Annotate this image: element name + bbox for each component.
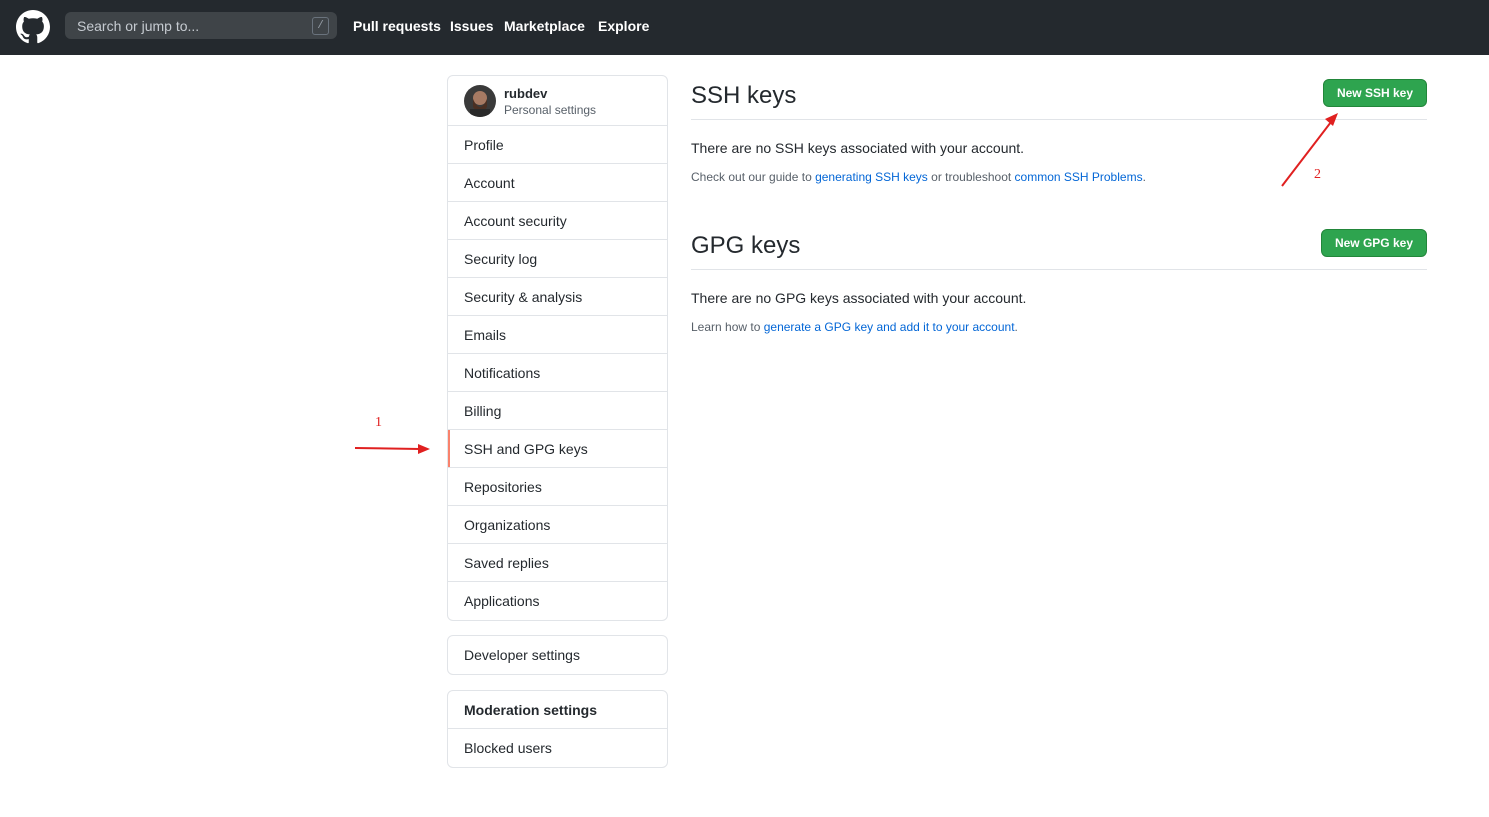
sidebar-item-security-log[interactable]: Security log bbox=[448, 240, 667, 278]
search-shortcut-key: / bbox=[312, 17, 329, 35]
sidebar-item-applications[interactable]: Applications bbox=[448, 582, 667, 620]
gpg-empty-message: There are no GPG keys associated with yo… bbox=[691, 290, 1027, 306]
sidebar-item-organizations[interactable]: Organizations bbox=[448, 506, 667, 544]
sidebar-item-emails[interactable]: Emails bbox=[448, 316, 667, 354]
user-subtitle: Personal settings bbox=[504, 103, 597, 117]
ssh-empty-message: There are no SSH keys associated with yo… bbox=[691, 140, 1025, 156]
moderation-settings-heading: Moderation settings bbox=[448, 691, 667, 729]
sidebar-item-profile[interactable]: Profile bbox=[448, 126, 667, 164]
username[interactable]: rubdev bbox=[504, 86, 547, 101]
sidebar-item-blocked-users[interactable]: Blocked users bbox=[448, 729, 667, 767]
user-avatar-icon bbox=[464, 85, 496, 117]
sidebar-item-notifications[interactable]: Notifications bbox=[448, 354, 667, 392]
gpg-learn-prefix: Learn how to bbox=[691, 320, 764, 334]
nav-marketplace[interactable]: Marketplace bbox=[504, 0, 585, 55]
sidebar-item-developer-settings[interactable]: Developer settings bbox=[448, 636, 667, 674]
ssh-keys-title: SSH keys bbox=[691, 82, 797, 109]
sidebar-item-ssh-gpg-keys[interactable]: SSH and GPG keys bbox=[448, 430, 667, 468]
common-ssh-problems-link[interactable]: common SSH Problems bbox=[1015, 170, 1143, 184]
gpg-learn-text: Learn how to generate a GPG key and add … bbox=[691, 320, 1018, 334]
avatar[interactable] bbox=[464, 85, 496, 117]
ssh-divider bbox=[691, 119, 1427, 120]
search-box: / bbox=[65, 12, 337, 39]
annotation-arrow-1 bbox=[354, 444, 430, 454]
search-input[interactable] bbox=[65, 12, 305, 39]
nav-issues[interactable]: Issues bbox=[450, 0, 494, 55]
new-gpg-key-button[interactable]: New GPG key bbox=[1320, 229, 1427, 257]
sidebar-item-account-security[interactable]: Account security bbox=[448, 202, 667, 240]
nav-explore[interactable]: Explore bbox=[598, 0, 649, 55]
gpg-learn-suffix: . bbox=[1014, 320, 1018, 334]
sidebar-user-header: rubdev Personal settings bbox=[448, 76, 667, 126]
new-ssh-key-button[interactable]: New SSH key bbox=[1322, 79, 1427, 107]
annotation-label-2: 2 bbox=[1314, 167, 1321, 182]
annotation-label-1: 1 bbox=[375, 415, 382, 430]
ssh-guide-prefix: Check out our guide to bbox=[691, 170, 816, 184]
sidebar-item-billing[interactable]: Billing bbox=[448, 392, 667, 430]
sidebar-item-repositories[interactable]: Repositories bbox=[448, 468, 667, 506]
gpg-divider bbox=[691, 269, 1427, 270]
github-logo-icon[interactable] bbox=[16, 10, 50, 44]
settings-sidebar: rubdev Personal settings Profile Account… bbox=[447, 75, 668, 621]
main-content: SSH keys New SSH key There are no SSH ke… bbox=[691, 0, 1427, 817]
ssh-guide-text: Check out our guide to generating SSH ke… bbox=[691, 170, 1146, 184]
ssh-guide-suffix: . bbox=[1142, 170, 1146, 184]
sidebar-item-saved-replies[interactable]: Saved replies bbox=[448, 544, 667, 582]
sidebar-item-security-analysis[interactable]: Security & analysis bbox=[448, 278, 667, 316]
developer-settings-box: Developer settings bbox=[447, 635, 668, 675]
sidebar-item-account[interactable]: Account bbox=[448, 164, 667, 202]
moderation-settings-box: Moderation settings Blocked users bbox=[447, 690, 668, 768]
generating-ssh-keys-link[interactable]: generating SSH keys bbox=[815, 170, 928, 184]
nav-pull-requests[interactable]: Pull requests bbox=[353, 0, 441, 55]
ssh-guide-mid: or troubleshoot bbox=[927, 170, 1015, 184]
generate-gpg-key-link[interactable]: generate a GPG key and add it to your ac… bbox=[764, 320, 1015, 334]
gpg-keys-title: GPG keys bbox=[691, 232, 801, 259]
